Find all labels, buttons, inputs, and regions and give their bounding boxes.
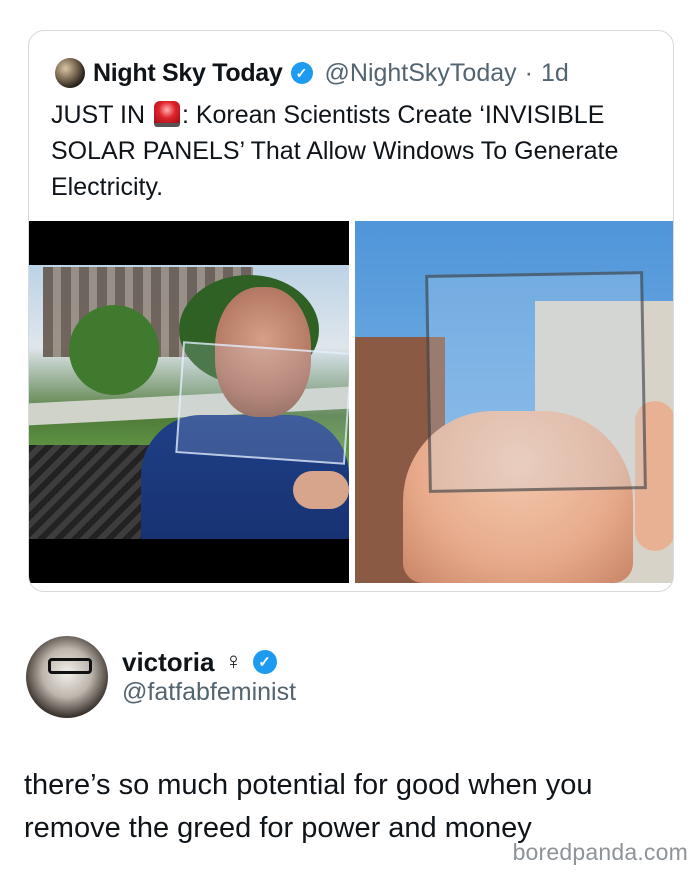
quoted-tweet-text: JUST IN : Korean Scientists Create ‘INVI… [51,97,661,205]
source-avatar[interactable] [55,58,85,88]
hand [293,471,349,509]
female-sign-icon: ♀ [224,648,243,675]
reply-author-handle[interactable]: @fatfabfeminist [122,678,296,707]
source-author-name[interactable]: Night Sky Today [93,59,283,88]
reply-header: victoria ♀ ✓ [122,646,277,678]
campus-scene [29,265,349,539]
quoted-tweet-header: Night Sky Today ✓ @NightSkyToday · 1d [55,57,569,89]
quoted-tweet-card[interactable]: Night Sky Today ✓ @NightSkyToday · 1d JU… [28,30,674,592]
source-timestamp[interactable]: 1d [541,59,569,88]
watermark: boredpanda.com [512,839,688,865]
media-photo-man-holding-panel[interactable] [29,221,349,583]
reply-text: there’s so much potential for good when … [24,769,593,844]
verified-badge-icon: ✓ [252,650,277,674]
reply-author-name[interactable]: victoria [122,647,215,678]
quoted-tweet-prefix: JUST IN [51,101,145,129]
reply-avatar[interactable] [26,636,108,718]
verified-badge-icon: ✓ [290,62,313,84]
header-separator: · [524,58,533,87]
rotating-light-icon [153,101,180,127]
tree [69,305,159,395]
transparent-panel [425,271,647,493]
source-author-handle[interactable]: @NightSkyToday [325,59,517,88]
media-photo-hand-holding-panel[interactable] [355,221,673,583]
transparent-panel [175,341,349,465]
tweet-media[interactable] [29,221,673,583]
